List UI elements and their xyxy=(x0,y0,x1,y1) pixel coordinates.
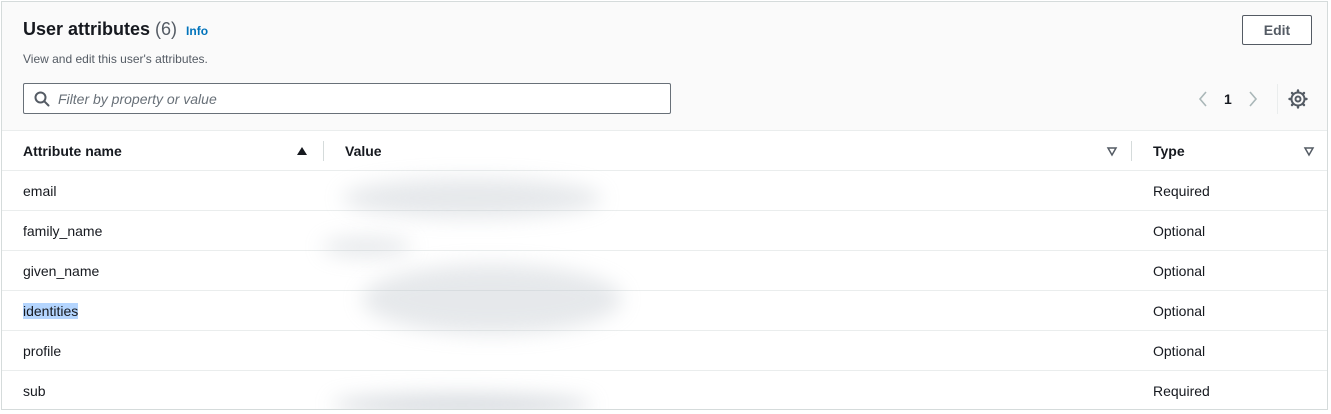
attribute-name-cell: identities xyxy=(2,290,324,331)
column-header-value[interactable]: Value xyxy=(324,131,1132,171)
current-page-number[interactable]: 1 xyxy=(1224,91,1232,107)
sort-icon[interactable] xyxy=(1303,145,1315,157)
panel-header: User attributes (6) Info View and edit t… xyxy=(2,2,1327,131)
column-label: Value xyxy=(345,142,382,159)
attributes-table: Attribute name Value Type email Required… xyxy=(2,131,1327,409)
attribute-count: (6) xyxy=(155,19,178,39)
table-row: profile Optional xyxy=(2,330,1327,371)
attribute-name-cell: family_name xyxy=(2,210,324,251)
search-icon xyxy=(34,91,50,106)
column-header-type[interactable]: Type xyxy=(1132,131,1327,171)
pagination: 1 xyxy=(1192,88,1264,110)
table-row: family_name Optional xyxy=(2,210,1327,251)
pagination-divider xyxy=(1277,84,1278,114)
attribute-name-cell: sub xyxy=(2,370,324,409)
panel-title: User attributes xyxy=(23,19,151,39)
selected-text: identities xyxy=(23,302,79,319)
redacted-values-blur xyxy=(332,394,592,409)
attribute-name-cell: given_name xyxy=(2,250,324,291)
table-row: identities Optional xyxy=(2,290,1327,331)
column-header-attribute-name[interactable]: Attribute name xyxy=(2,131,324,171)
attribute-name-cell: profile xyxy=(2,330,324,371)
attribute-type-cell: Optional xyxy=(1132,250,1327,291)
chevron-right-icon[interactable] xyxy=(1242,88,1264,110)
redacted-values-blur xyxy=(362,264,622,334)
attribute-type-cell: Optional xyxy=(1132,210,1327,251)
filter-search-field[interactable] xyxy=(23,83,671,114)
attribute-type-cell: Required xyxy=(1132,170,1327,211)
sort-ascending-icon[interactable] xyxy=(296,145,308,157)
attribute-value-cell xyxy=(324,330,1132,371)
redacted-values-blur xyxy=(342,178,602,218)
panel-description: View and edit this user's attributes. xyxy=(23,52,208,66)
table-row: given_name Optional xyxy=(2,250,1327,291)
attribute-type-cell: Required xyxy=(1132,370,1327,409)
chevron-left-icon[interactable] xyxy=(1192,88,1214,110)
sort-icon[interactable] xyxy=(1106,145,1118,157)
table-row: email Required xyxy=(2,170,1327,211)
attribute-name-cell: email xyxy=(2,170,324,211)
column-label: Type xyxy=(1153,142,1185,159)
table-row: sub Required xyxy=(2,370,1327,409)
redacted-values-blur xyxy=(322,237,412,257)
column-label: Attribute name xyxy=(23,142,122,159)
title-row: User attributes (6) Info xyxy=(23,19,208,40)
attribute-type-cell: Optional xyxy=(1132,330,1327,371)
edit-button[interactable]: Edit xyxy=(1242,15,1312,45)
attribute-type-cell: Optional xyxy=(1132,290,1327,331)
gear-icon[interactable] xyxy=(1288,89,1308,109)
filter-input[interactable] xyxy=(58,90,670,107)
info-link[interactable]: Info xyxy=(186,24,208,38)
user-attributes-panel: User attributes (6) Info View and edit t… xyxy=(1,1,1328,410)
table-header-row: Attribute name Value Type xyxy=(2,131,1327,171)
